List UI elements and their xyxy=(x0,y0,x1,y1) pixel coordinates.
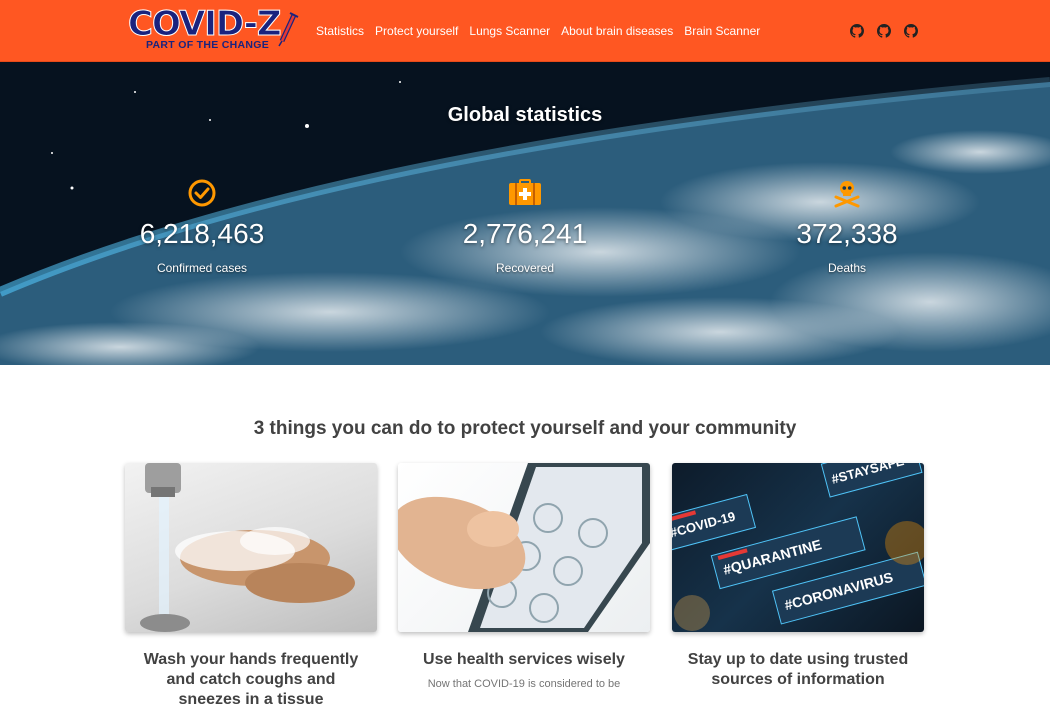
stat-label: Confirmed cases xyxy=(156,261,248,275)
card-text: Now that COVID-19 is considered to be xyxy=(427,678,621,690)
card-wash-hands[interactable]: Wash your hands frequently and catch cou… xyxy=(125,463,377,710)
nav-link-statistics[interactable]: Statistics xyxy=(316,24,364,38)
nav-menu: Statistics Protect yourself Lungs Scanne… xyxy=(316,0,771,62)
hero-banner: Global statistics 6,218,463 Confirmed ca… xyxy=(0,62,1050,365)
stat-value: 372,338 xyxy=(796,218,898,249)
syringe-icon xyxy=(278,12,299,47)
medical-kit-icon xyxy=(509,179,541,205)
navbar: COVID-Z PART OF THE CHANGE Statistics Pr… xyxy=(0,0,1050,62)
stat-recovered: 2,776,241 Recovered xyxy=(415,178,635,275)
skull-crossbones-icon xyxy=(834,181,860,208)
phone-keypad-image xyxy=(398,463,650,632)
nav-link-protect-yourself[interactable]: Protect yourself xyxy=(375,24,458,38)
github-icon[interactable] xyxy=(904,24,918,38)
social-links xyxy=(850,24,918,38)
hero-title: Global statistics xyxy=(447,104,603,126)
logo-tagline: PART OF THE CHANGE xyxy=(146,39,270,51)
nav-link-lungs-scanner[interactable]: Lungs Scanner xyxy=(469,24,550,38)
card-trusted-sources[interactable]: #COVID-19 #STAYSAFE #QUARANTINE #CORONAV… xyxy=(672,463,924,690)
github-icon[interactable] xyxy=(850,24,864,38)
nav-link-about-brain-diseases[interactable]: About brain diseases xyxy=(561,24,673,38)
stat-value: 2,776,241 xyxy=(462,218,588,249)
card-title: Stay up to date using trusted sources of… xyxy=(687,651,909,688)
card-title: Use health services wisely xyxy=(423,651,625,668)
card-title: Wash your hands frequently and catch cou… xyxy=(143,651,359,708)
logo[interactable]: COVID-Z PART OF THE CHANGE xyxy=(128,4,299,55)
stat-value: 6,218,463 xyxy=(139,218,265,249)
stat-deaths: 372,338 Deaths xyxy=(737,178,957,275)
hand-washing-image xyxy=(125,463,377,632)
social-media-hashtags-image: #COVID-19 #STAYSAFE #QUARANTINE #CORONAV… xyxy=(672,463,924,632)
stat-confirmed: 6,218,463 Confirmed cases xyxy=(92,178,312,275)
card-health-services[interactable]: Use health services wisely Now that COVI… xyxy=(398,463,650,690)
check-circle-icon xyxy=(188,179,216,207)
stat-label: Recovered xyxy=(495,261,555,275)
github-icon[interactable] xyxy=(877,24,891,38)
nav-link-brain-scanner[interactable]: Brain Scanner xyxy=(684,24,760,38)
stat-label: Deaths xyxy=(827,261,867,275)
section-title: 3 things you can do to protect yourself … xyxy=(253,418,797,439)
logo-text: COVID-Z xyxy=(128,4,283,44)
